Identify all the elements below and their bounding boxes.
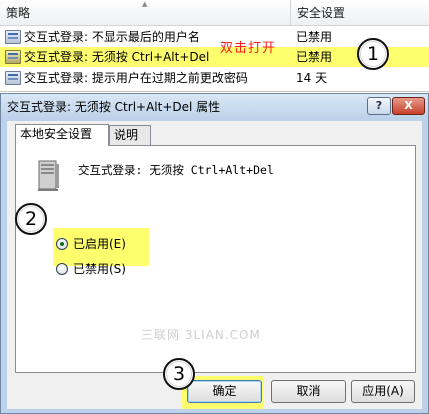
policy-name: 交互式登录: 不显示最后的用户名 <box>24 30 200 44</box>
watermark: 三联网 3LIAN.COM <box>141 328 261 342</box>
column-header-policy[interactable]: 策略 <box>0 0 291 26</box>
step-2-marker: 2 <box>15 203 47 235</box>
cancel-button[interactable]: 取消 <box>271 380 346 403</box>
policy-value: 已禁用 <box>296 50 333 64</box>
policy-value: 已禁用 <box>296 30 333 44</box>
list-header: ▲ 策略 安全设置 <box>0 0 429 26</box>
radio-enabled-label: 已启用(E) <box>73 237 126 251</box>
tab-local-security-setting[interactable]: 本地安全设置 <box>15 124 109 146</box>
dialog-content: 本地安全设置 说明 交互式登录: 无须按 Ctrl+Alt+Del 已启用(E)… <box>7 121 422 409</box>
close-button[interactable]: X <box>392 97 425 115</box>
ok-button[interactable]: 确定 <box>187 380 262 403</box>
policy-icon <box>5 30 21 44</box>
column-header-security-setting[interactable]: 安全设置 <box>291 0 429 26</box>
properties-dialog: 交互式登录: 无须按 Ctrl+Alt+Del 属性 ? X 本地安全设置 说明… <box>0 93 429 414</box>
radio-button-selected[interactable] <box>56 238 68 250</box>
policy-icon <box>5 50 21 64</box>
policy-name-label: 交互式登录: 无须按 Ctrl+Alt+Del <box>78 163 274 177</box>
dialog-title: 交互式登录: 无须按 Ctrl+Alt+Del 属性 <box>7 100 221 114</box>
double-click-annotation: 双击打开 <box>220 41 277 56</box>
tab-panel: 交互式登录: 无须按 Ctrl+Alt+Del 已启用(E) 已禁用(S) 三联… <box>15 145 416 373</box>
apply-button[interactable]: 应用(A) <box>351 380 415 403</box>
tab-explain[interactable]: 说明 <box>109 125 151 145</box>
radio-disabled-label: 已禁用(S) <box>73 262 126 276</box>
step-1-marker: 1 <box>357 38 389 70</box>
policy-icon <box>5 71 21 85</box>
list-item[interactable]: 交互式登录: 提示用户在过期之前更改密码 14 天 <box>0 68 429 88</box>
policy-value: 14 天 <box>296 71 328 85</box>
radio-button[interactable] <box>56 263 68 275</box>
help-button[interactable]: ? <box>367 97 391 115</box>
policy-name: 交互式登录: 无须按 Ctrl+Alt+Del <box>24 50 210 64</box>
computer-tower-icon <box>38 160 59 191</box>
dialog-titlebar[interactable]: 交互式登录: 无须按 Ctrl+Alt+Del 属性 ? X <box>1 94 428 119</box>
step-3-marker: 3 <box>163 358 195 390</box>
policy-name: 交互式登录: 提示用户在过期之前更改密码 <box>24 71 248 85</box>
